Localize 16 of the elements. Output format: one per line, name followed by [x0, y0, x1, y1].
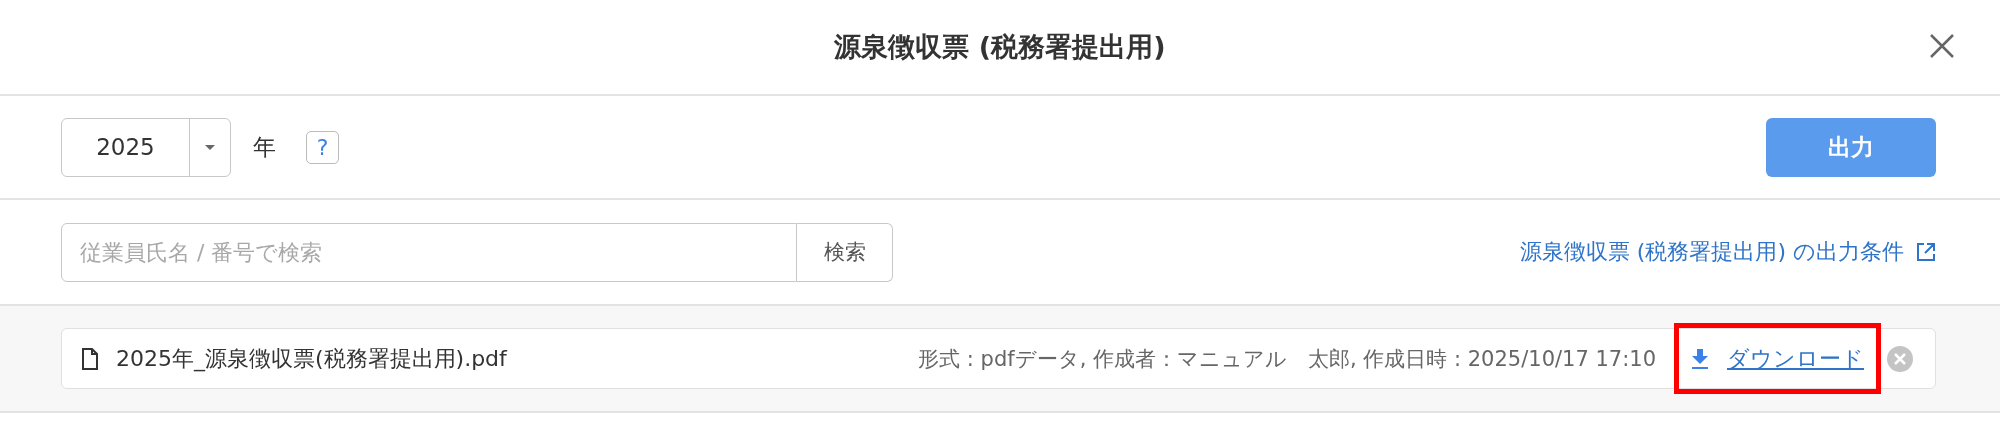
file-meta: 形式 : pdfデータ, 作成者：マニュアル 太郎, 作成日時 : 2025/10/17 17:10 [918, 345, 1656, 373]
file-name: 2025年_源泉徴収票(税務署提出用).pdf [116, 344, 507, 374]
output-button[interactable]: 出力 [1766, 117, 1936, 177]
download-icon [1691, 348, 1709, 369]
dialog-title: 源泉徴収票 (税務署提出用) [834, 30, 1166, 64]
document-icon [82, 347, 98, 370]
caret-icon [205, 144, 215, 150]
output-conditions-link[interactable]: 源泉徴収票 (税務署提出用) の出力条件 [1519, 237, 1936, 267]
search-field[interactable]: 従業員氏名 / 番号で検索 [61, 222, 797, 282]
download-link[interactable]: ダウンロード [1674, 323, 1881, 394]
external-link-icon [1916, 242, 1936, 262]
year-select[interactable]: 2025 [61, 117, 231, 177]
year-label: 年 [253, 132, 276, 162]
search-button[interactable]: 検索 [797, 222, 893, 282]
help-button[interactable]: ? [306, 130, 339, 164]
x-icon [1894, 352, 1906, 365]
